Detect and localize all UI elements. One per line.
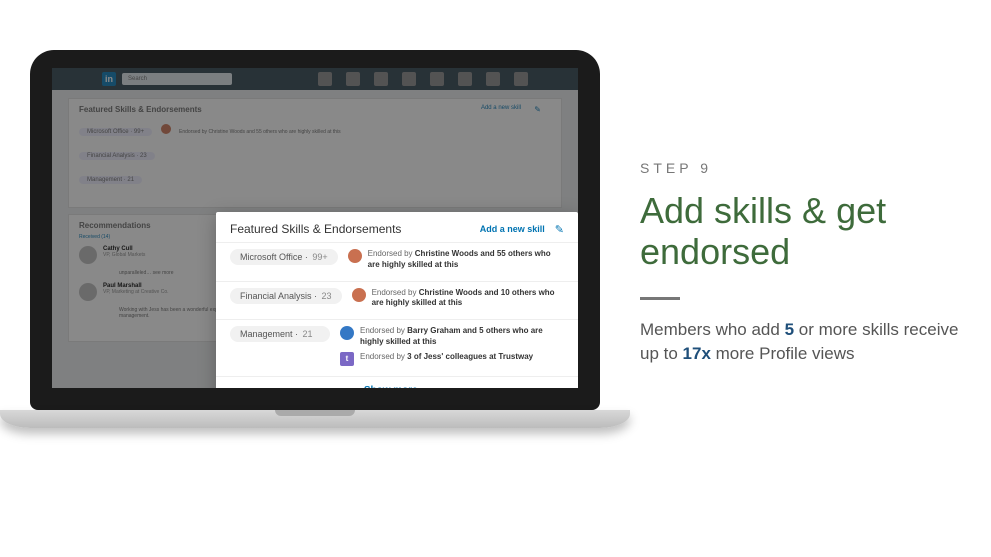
bg-skill-pill[interactable]: Microsoft Office · 99+ bbox=[79, 128, 152, 136]
endorsement-text: Endorsed by Christine Woods and 10 other… bbox=[372, 288, 564, 310]
linkedin-topbar: in Search bbox=[52, 68, 578, 90]
nav-icon-jobs[interactable] bbox=[374, 72, 388, 86]
search-input[interactable]: Search bbox=[122, 73, 232, 85]
show-more-button[interactable]: Show more⌄ bbox=[216, 376, 578, 388]
nav-icon-learning[interactable] bbox=[514, 72, 528, 86]
laptop-screen: in Search bbox=[52, 68, 578, 388]
endorsement-text: Endorsed by Barry Graham and 5 others wh… bbox=[360, 326, 564, 348]
endorser-avatar bbox=[348, 249, 362, 263]
skill-pill[interactable]: Management · 21 bbox=[230, 326, 330, 342]
bg-endorse-text: Endorsed by Christine Woods and 55 other… bbox=[179, 129, 341, 135]
nav-icon-messaging[interactable] bbox=[402, 72, 416, 86]
skill-pill[interactable]: Financial Analysis · 23 bbox=[230, 288, 342, 304]
avatar bbox=[161, 124, 171, 134]
skill-row: Management · 21 Endorsed by Barry Graham… bbox=[216, 319, 578, 376]
avatar bbox=[79, 246, 97, 264]
endorser-avatar bbox=[352, 288, 366, 302]
laptop-base bbox=[0, 410, 630, 428]
modal-title: Featured Skills & Endorsements bbox=[230, 222, 401, 236]
endorser-avatar bbox=[340, 326, 354, 340]
add-skill-link[interactable]: Add a new skill bbox=[480, 224, 545, 234]
pencil-icon[interactable]: ✎ bbox=[534, 105, 541, 114]
nav-icon-me[interactable] bbox=[458, 72, 472, 86]
endorsement-text: Endorsed by Christine Woods and 55 other… bbox=[368, 249, 564, 271]
bg-rec-subtitle: VP, Global Markets bbox=[103, 252, 145, 258]
pencil-icon[interactable]: ✎ bbox=[555, 223, 564, 236]
endorsement-text: Endorsed by 3 of Jess' colleagues at Tru… bbox=[360, 352, 533, 363]
nav-icon-work[interactable] bbox=[486, 72, 500, 86]
bg-skill-pill[interactable]: Financial Analysis · 23 bbox=[79, 152, 155, 160]
instructional-text: STEP 9 Add skills & get endorsed Members… bbox=[640, 160, 960, 367]
skill-row: Financial Analysis · 23 Endorsed by Chri… bbox=[216, 281, 578, 320]
bg-rec-subtitle: VP, Marketing at Creative Co. bbox=[103, 289, 169, 295]
step-body: Members who add 5 or more skills receive… bbox=[640, 318, 960, 367]
bg-skills-card: Featured Skills & Endorsements Add a new… bbox=[68, 98, 562, 208]
nav-icon-network[interactable] bbox=[346, 72, 360, 86]
bg-skill-pill[interactable]: Management · 21 bbox=[79, 176, 142, 184]
linkedin-logo: in bbox=[102, 72, 116, 86]
divider bbox=[640, 297, 680, 300]
step-heading: Add skills & get endorsed bbox=[640, 190, 960, 273]
skill-pill[interactable]: Microsoft Office · 99+ bbox=[230, 249, 338, 265]
nav-icon-home[interactable] bbox=[318, 72, 332, 86]
avatar bbox=[79, 283, 97, 301]
bg-add-skill-link[interactable]: Add a new skill bbox=[481, 105, 521, 111]
skills-modal: Featured Skills & Endorsements Add a new… bbox=[216, 212, 578, 388]
nav-icon-notifications[interactable] bbox=[430, 72, 444, 86]
chevron-down-icon: ⌄ bbox=[422, 385, 430, 388]
skill-row: Microsoft Office · 99+ Endorsed by Chris… bbox=[216, 242, 578, 281]
step-label: STEP 9 bbox=[640, 160, 960, 176]
company-badge-icon: t bbox=[340, 352, 354, 366]
